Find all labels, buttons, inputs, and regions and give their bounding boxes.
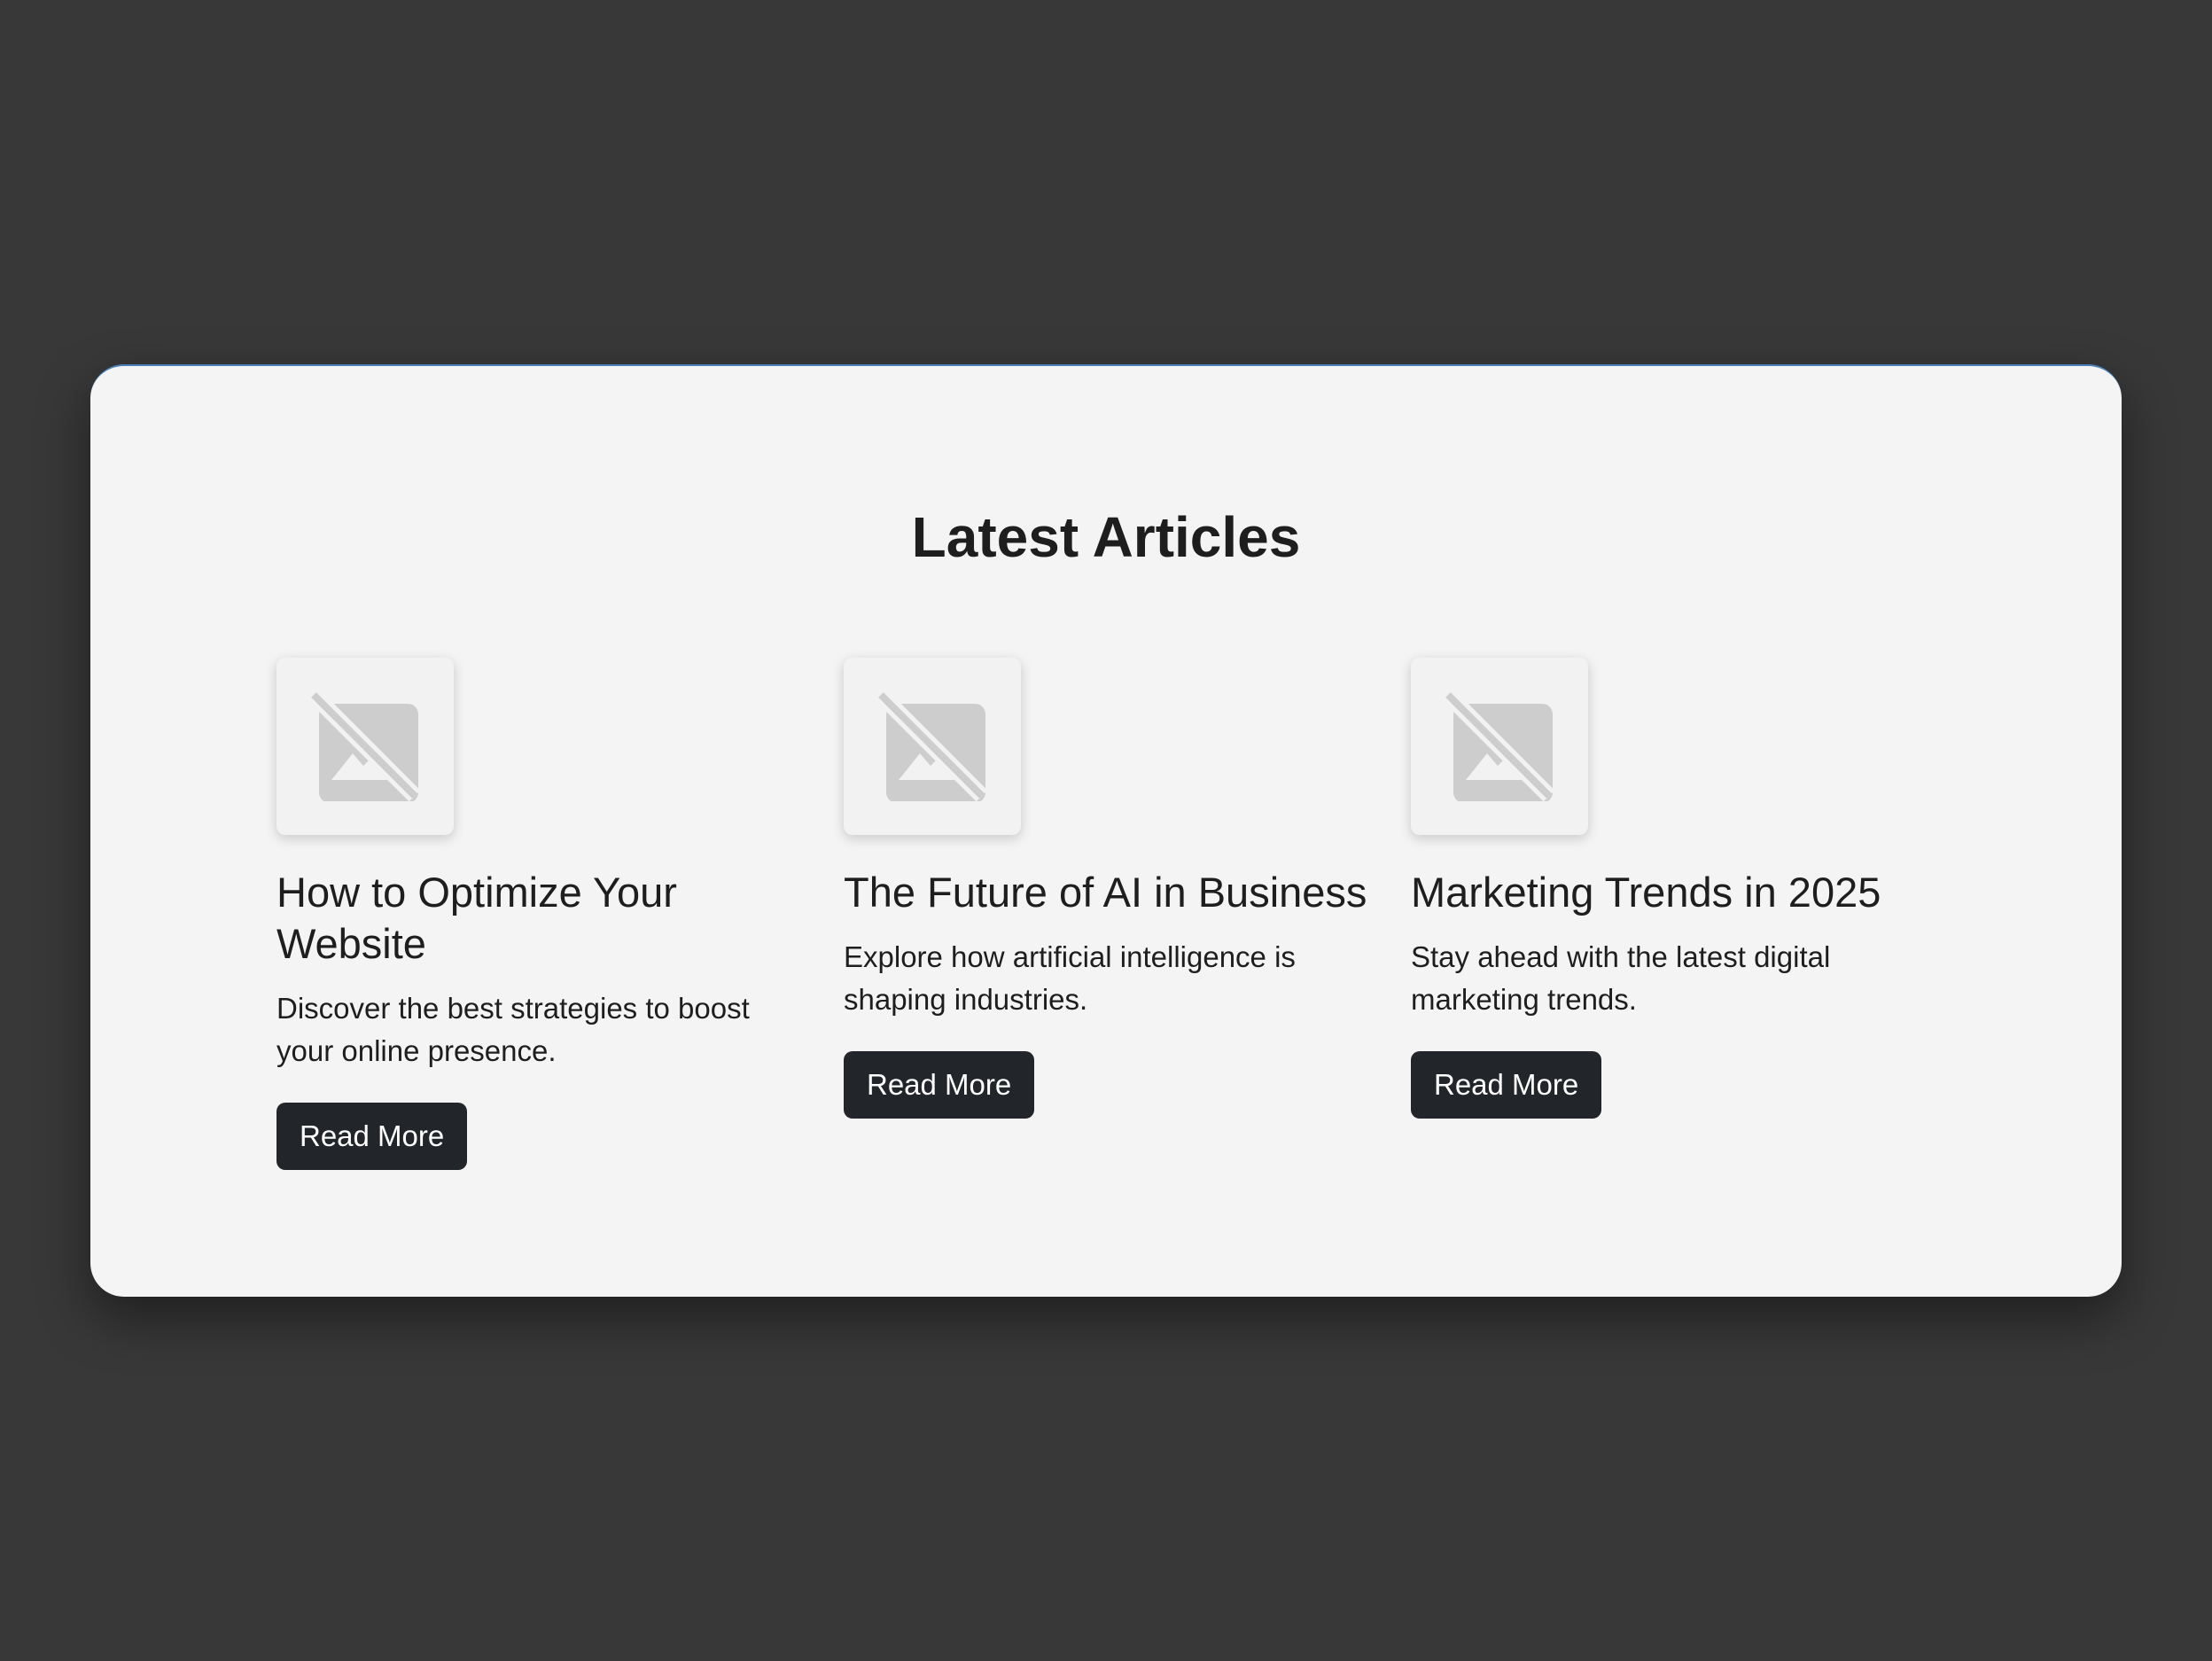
articles-panel: Latest Articles How to Optimize Your Web… (90, 364, 2122, 1297)
article-description: Discover the best strategies to boost yo… (276, 992, 750, 1067)
read-more-button[interactable]: Read More (276, 1103, 468, 1170)
article-title: Marketing Trends in 2025 (1411, 869, 1881, 916)
article-card: The Future of AI in Business Explore how… (844, 658, 1375, 1170)
section-title: Latest Articles (911, 505, 1301, 569)
read-more-button[interactable]: Read More (1411, 1051, 1602, 1119)
article-title: How to Optimize Your Website (276, 869, 677, 967)
article-description: Explore how artificial intelligence is s… (844, 940, 1296, 1016)
article-thumbnail (276, 658, 454, 835)
article-list: How to Optimize Your Website Discover th… (276, 658, 1960, 1170)
image-unavailable-icon (310, 691, 420, 801)
read-more-button[interactable]: Read More (844, 1051, 1035, 1119)
image-unavailable-icon (877, 691, 987, 801)
article-card: Marketing Trends in 2025 Stay ahead with… (1411, 658, 1943, 1170)
article-description: Stay ahead with the latest digital marke… (1411, 940, 1831, 1016)
article-card: How to Optimize Your Website Discover th… (276, 658, 808, 1170)
article-thumbnail (1411, 658, 1588, 835)
image-unavailable-icon (1445, 691, 1554, 801)
article-thumbnail (844, 658, 1021, 835)
article-title: The Future of AI in Business (844, 869, 1367, 916)
